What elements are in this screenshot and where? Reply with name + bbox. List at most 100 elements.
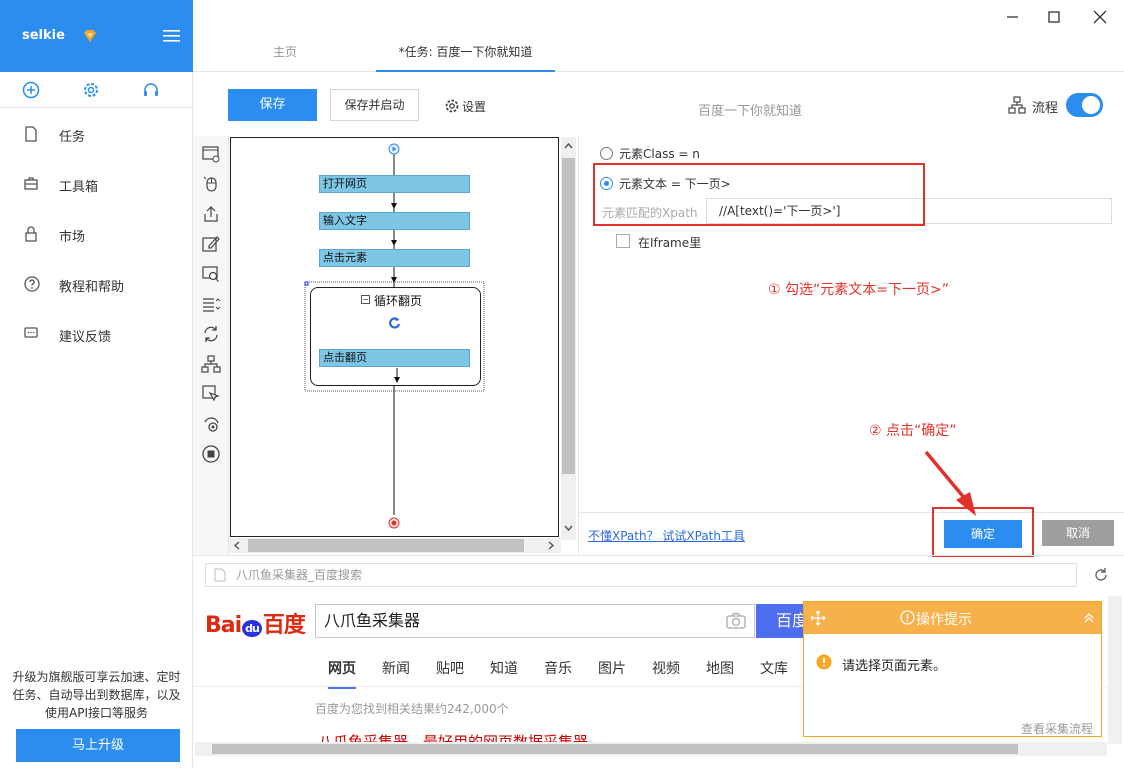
annotation-step-2: ② 点击“确定” bbox=[869, 423, 957, 439]
camera-icon[interactable] bbox=[726, 612, 746, 629]
refresh-tool-icon[interactable] bbox=[201, 414, 221, 434]
baidu-tab-map[interactable]: 地图 bbox=[706, 658, 734, 678]
baidu-tab-tieba[interactable]: 贴吧 bbox=[436, 658, 464, 678]
iframe-checkbox[interactable] bbox=[616, 234, 630, 248]
option-class-radio[interactable] bbox=[600, 147, 613, 160]
cancel-button[interactable]: 取消 bbox=[1042, 520, 1114, 546]
sidebar-item-toolbox[interactable]: 工具箱 bbox=[0, 164, 193, 204]
scroll-right-arrow-icon[interactable] bbox=[547, 541, 555, 550]
sidebar-item-label: 建议反馈 bbox=[59, 330, 112, 345]
sidebar-item-label: 市场 bbox=[59, 230, 86, 245]
baidu-logo[interactable]: Bai du 百度 bbox=[205, 607, 306, 639]
sidebar-item-help[interactable]: 教程和帮助 bbox=[0, 264, 193, 304]
loop-tool-icon[interactable] bbox=[201, 324, 221, 344]
sidebar-item-tasks[interactable]: 任务 bbox=[0, 114, 193, 154]
mouse-hover-tool-icon[interactable] bbox=[201, 384, 221, 404]
sidebar-item-label: 工具箱 bbox=[59, 180, 99, 195]
hamburger-menu-icon[interactable] bbox=[163, 30, 180, 42]
open-page-tool-icon[interactable] bbox=[201, 144, 221, 164]
input-text-tool-icon[interactable] bbox=[201, 234, 221, 254]
xpath-tool-link[interactable]: 不懂XPath？ 试试XPath工具 bbox=[588, 527, 745, 544]
extract-tool-icon[interactable] bbox=[201, 204, 221, 224]
page-vertical-scrollbar[interactable] bbox=[1108, 596, 1122, 744]
headset-icon[interactable] bbox=[142, 81, 160, 99]
gear-icon[interactable] bbox=[82, 81, 100, 99]
feedback-icon bbox=[24, 327, 38, 338]
vip-diamond-icon bbox=[84, 30, 96, 42]
collapse-up-icon[interactable] bbox=[1083, 612, 1095, 624]
recognize-tool-icon[interactable] bbox=[201, 264, 221, 284]
tab-task[interactable]: *任务: 百度一下你就知道 bbox=[376, 38, 555, 72]
baidu-tab-music[interactable]: 音乐 bbox=[544, 658, 572, 678]
annotation-step-1: ① 勾选“元素文本=下一页>” bbox=[768, 282, 949, 298]
sidebar-item-label: 教程和帮助 bbox=[59, 280, 125, 295]
toolbox-icon bbox=[24, 177, 38, 190]
loop-arrow bbox=[394, 368, 400, 383]
stop-tool-icon[interactable] bbox=[201, 444, 221, 464]
ok-button[interactable]: 确定 bbox=[944, 520, 1022, 548]
tip-title: 操作提示 bbox=[916, 612, 972, 628]
sidebar-item-label: 任务 bbox=[59, 130, 86, 145]
app-window: selkie 任务 工具箱 市场 教程和帮助 建议反馈 升级为旗舰版可享云加速、… bbox=[0, 0, 1124, 768]
sidebar-item-market[interactable]: 市场 bbox=[0, 214, 193, 254]
tip-header[interactable]: 操作提示 bbox=[804, 602, 1101, 634]
baidu-search-input[interactable]: 八爪鱼采集器 bbox=[315, 604, 755, 638]
flow-label-text: 流程 bbox=[1032, 101, 1059, 116]
quick-actions bbox=[0, 72, 193, 108]
address-bar[interactable]: 八爪鱼采集器_百度搜索 bbox=[205, 563, 1077, 587]
collapse-toggle[interactable]: − bbox=[361, 295, 370, 304]
step-input-text[interactable]: 输入文字 bbox=[319, 212, 470, 230]
baidu-tab-web[interactable]: 网页 bbox=[328, 658, 356, 689]
scroll-down-arrow-icon[interactable] bbox=[564, 524, 573, 532]
baidu-tab-images[interactable]: 图片 bbox=[598, 658, 626, 678]
workflow-canvas[interactable]: 打开网页 输入文字 点击元素 − 循环翻页 点击翻页 bbox=[230, 137, 559, 537]
baidu-tab-wenku[interactable]: 文库 bbox=[760, 658, 788, 678]
move-icon[interactable] bbox=[810, 610, 826, 626]
toggle-knob bbox=[1082, 96, 1100, 114]
info-icon bbox=[900, 610, 915, 625]
save-and-run-button[interactable]: 保存并启动 bbox=[330, 89, 419, 121]
scroll-left-arrow-icon[interactable] bbox=[233, 541, 241, 550]
gear-icon bbox=[445, 99, 459, 113]
result-title-link[interactable]: 八爪鱼采集器 - 最好用的网页数据采集器 bbox=[318, 731, 588, 742]
view-flow-link[interactable]: 查看采集流程 bbox=[1021, 720, 1093, 737]
sidebar-item-feedback[interactable]: 建议反馈 bbox=[0, 314, 193, 354]
operation-tip-popup: 操作提示 请选择页面元素。 查看采集流程 bbox=[803, 601, 1102, 737]
baidu-tab-zhidao[interactable]: 知道 bbox=[490, 658, 518, 678]
select-option-tool-icon[interactable] bbox=[201, 294, 221, 314]
click-tool-icon[interactable] bbox=[201, 174, 221, 194]
minimize-icon[interactable] bbox=[1000, 6, 1024, 28]
close-icon[interactable] bbox=[1088, 6, 1112, 28]
loop-container[interactable]: − 循环翻页 点击翻页 bbox=[310, 287, 481, 386]
baidu-tab-news[interactable]: 新闻 bbox=[382, 658, 410, 678]
end-node-icon[interactable] bbox=[388, 517, 400, 529]
start-node-icon[interactable] bbox=[388, 143, 400, 155]
maximize-icon[interactable] bbox=[1042, 6, 1066, 28]
tab-bar: 主页 *任务: 百度一下你就知道 bbox=[193, 38, 1124, 72]
tab-home[interactable]: 主页 bbox=[263, 38, 307, 72]
loop-label: 循环翻页 bbox=[374, 294, 423, 308]
browser-divider bbox=[193, 555, 1124, 556]
canvas-vertical-scroll-thumb[interactable] bbox=[562, 158, 575, 474]
reload-icon[interactable] bbox=[1092, 566, 1110, 584]
scroll-up-arrow-icon[interactable] bbox=[564, 142, 573, 150]
canvas-horizontal-scroll-thumb[interactable] bbox=[248, 539, 524, 552]
workflow-tool-column bbox=[193, 136, 229, 556]
sidebar: selkie 任务 工具箱 市场 教程和帮助 建议反馈 升级为旗舰版可享云加速、… bbox=[0, 0, 193, 768]
lock-icon bbox=[25, 226, 37, 242]
save-button[interactable]: 保存 bbox=[228, 89, 317, 121]
step-open-page[interactable]: 打开网页 bbox=[319, 175, 470, 193]
page-icon bbox=[214, 568, 226, 582]
settings-button[interactable]: 设置 bbox=[444, 97, 504, 115]
flow-toggle[interactable] bbox=[1066, 93, 1103, 117]
add-circle-icon[interactable] bbox=[22, 81, 40, 99]
option-class-label[interactable]: 元素Class = n bbox=[619, 145, 700, 162]
warning-icon bbox=[816, 654, 832, 670]
upgrade-promo-text: 升级为旗舰版可享云加速、定时任务、自动导出到数据库，以及使用API接口等服务 bbox=[12, 670, 181, 720]
upgrade-button[interactable]: 马上升级 bbox=[16, 729, 180, 762]
baidu-tab-video[interactable]: 视频 bbox=[652, 658, 680, 678]
step-click-next-page[interactable]: 点击翻页 bbox=[319, 349, 470, 367]
branch-tool-icon[interactable] bbox=[201, 354, 221, 374]
step-click-element[interactable]: 点击元素 bbox=[319, 249, 470, 267]
page-horizontal-scroll-thumb[interactable] bbox=[212, 744, 1018, 754]
